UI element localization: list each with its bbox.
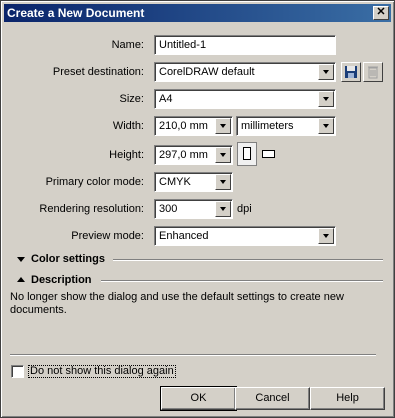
width-label: Width: (112, 120, 144, 132)
save-preset-icon (345, 66, 357, 78)
height-value: 297,0 mm (159, 149, 208, 161)
delete-preset-icon (368, 66, 378, 79)
preset-destination-value: CorelDRAW default (159, 66, 255, 78)
color-settings-header[interactable]: Color settings (31, 253, 105, 265)
do-not-show-label[interactable]: Do not show this dialog again (28, 365, 176, 378)
width-input[interactable]: 210,0 mm (154, 116, 233, 136)
help-button[interactable]: Help (310, 387, 385, 410)
height-input[interactable]: 297,0 mm (154, 145, 233, 165)
size-select[interactable]: A4 (154, 89, 336, 109)
dropdown-arrow-icon[interactable] (215, 147, 231, 163)
collapse-arrow-icon[interactable] (17, 277, 25, 282)
dropdown-arrow-icon[interactable] (215, 201, 231, 217)
dropdown-arrow-icon[interactable] (215, 118, 231, 134)
create-document-dialog: Create a New Document ✕ Name: Untitled-1… (0, 0, 395, 418)
close-button[interactable]: ✕ (373, 6, 389, 20)
title-bar: Create a New Document ✕ (4, 4, 391, 22)
save-preset-button[interactable] (341, 62, 361, 82)
dropdown-arrow-icon[interactable] (318, 228, 334, 244)
dropdown-arrow-icon[interactable] (215, 174, 231, 190)
name-label: Name: (111, 39, 144, 51)
cancel-button[interactable]: Cancel (235, 387, 310, 410)
description-header[interactable]: Description (31, 274, 92, 286)
close-icon: ✕ (376, 6, 386, 18)
rendering-resolution-label: Rendering resolution: (39, 203, 144, 215)
dpi-unit-label: dpi (237, 203, 252, 215)
footer-divider (10, 354, 376, 356)
height-label: Height: (109, 149, 144, 161)
name-input[interactable]: Untitled-1 (154, 35, 336, 55)
size-label: Size: (119, 93, 144, 105)
description-divider (101, 280, 383, 282)
preset-destination-select[interactable]: CorelDRAW default (154, 62, 336, 82)
dropdown-arrow-icon[interactable] (318, 118, 334, 134)
description-text: No longer show the dialog and use the de… (10, 291, 344, 316)
name-value: Untitled-1 (159, 39, 207, 51)
color-mode-label: Primary color mode: (45, 176, 144, 188)
landscape-icon (262, 150, 275, 158)
width-value: 210,0 mm (159, 120, 208, 132)
expand-arrow-icon[interactable] (17, 257, 25, 262)
dropdown-arrow-icon[interactable] (318, 91, 334, 107)
portrait-button[interactable] (237, 142, 257, 166)
units-select[interactable]: millimeters (236, 116, 336, 136)
preview-mode-label: Preview mode: (71, 230, 144, 242)
preview-mode-value: Enhanced (159, 230, 209, 242)
color-settings-divider (113, 259, 383, 261)
ok-button[interactable]: OK (160, 386, 237, 411)
rendering-resolution-select[interactable]: 300 (154, 199, 233, 219)
preset-destination-label: Preset destination: (52, 66, 144, 78)
landscape-button[interactable] (260, 147, 276, 161)
portrait-icon (243, 147, 251, 160)
units-value: millimeters (241, 120, 294, 132)
delete-preset-button[interactable] (363, 62, 383, 82)
dropdown-arrow-icon[interactable] (318, 64, 334, 80)
preview-mode-select[interactable]: Enhanced (154, 226, 336, 246)
do-not-show-checkbox[interactable] (11, 365, 24, 378)
rendering-resolution-value: 300 (159, 203, 178, 215)
dialog-title: Create a New Document (7, 6, 145, 20)
size-value: A4 (159, 93, 173, 105)
color-mode-select[interactable]: CMYK (154, 172, 233, 192)
color-mode-value: CMYK (159, 176, 191, 188)
